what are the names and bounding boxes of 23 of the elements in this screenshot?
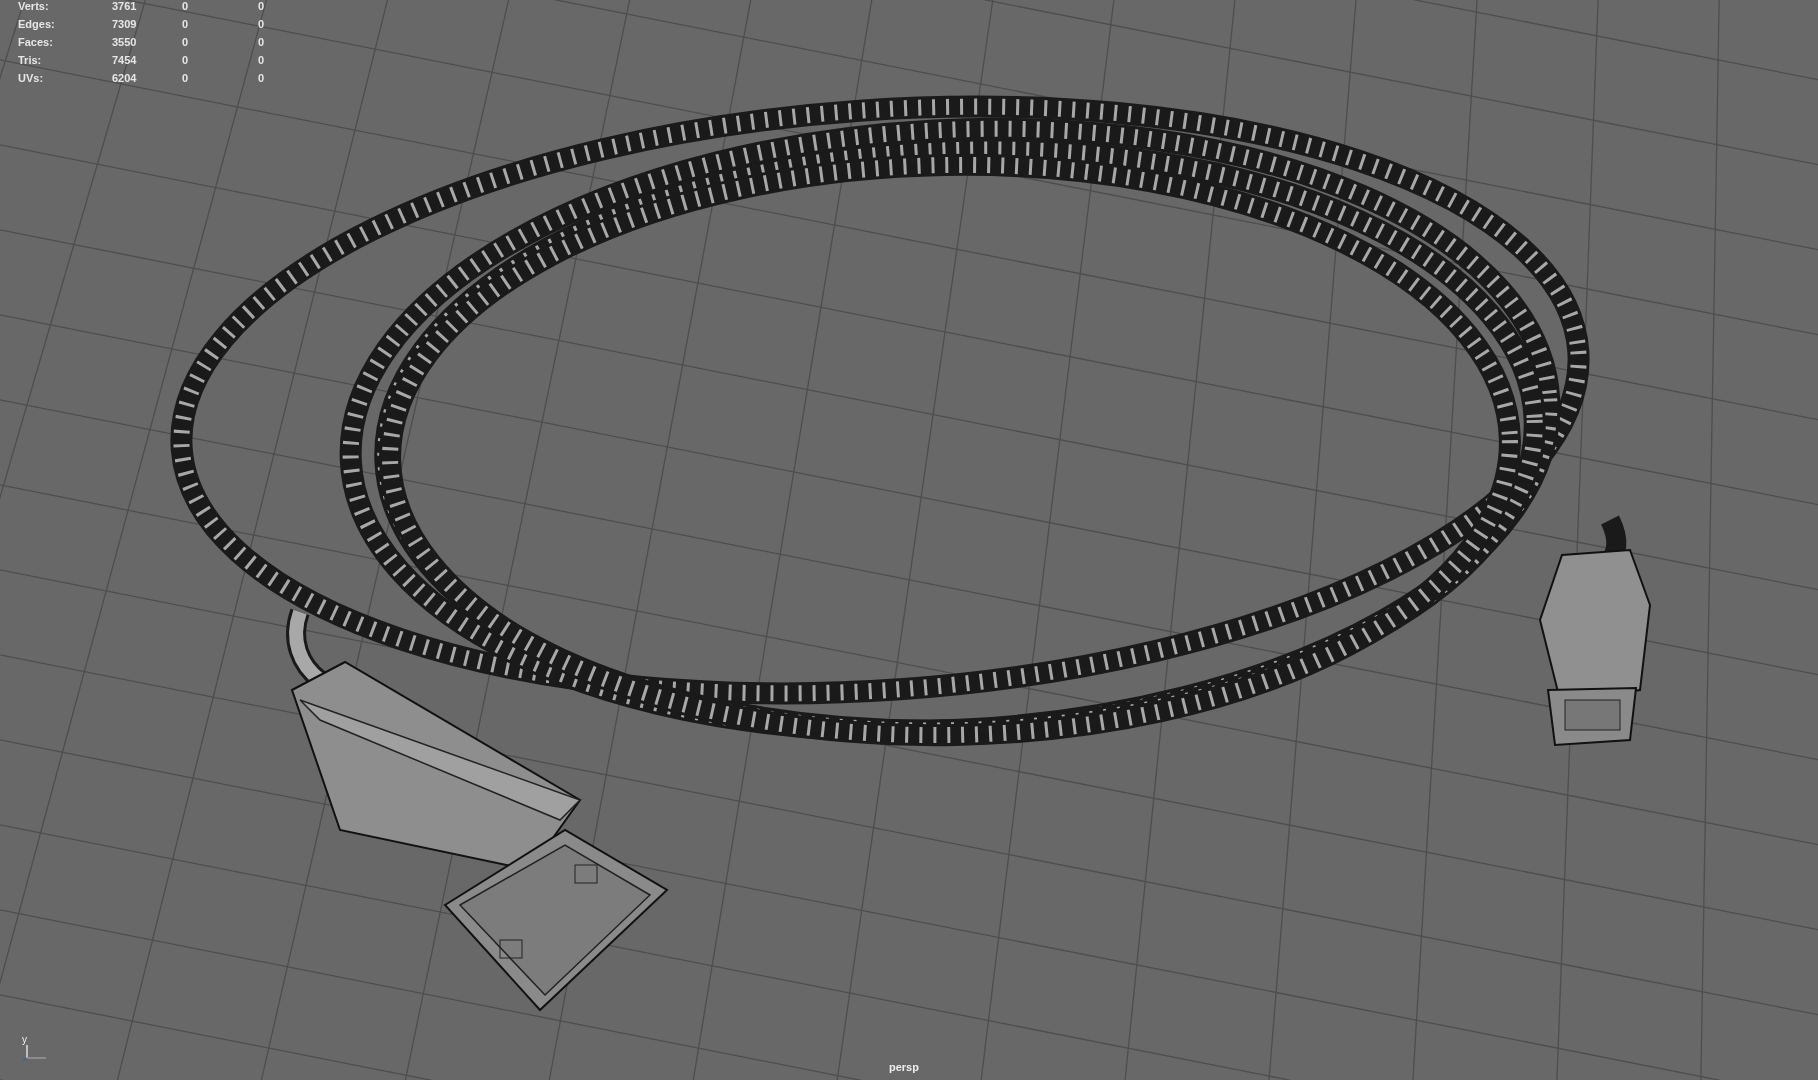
stat-value: 0: [258, 72, 266, 84]
stat-label: Edges:: [18, 18, 56, 30]
axis-gizmo-icon: [22, 1045, 48, 1061]
stat-value: 0: [182, 72, 190, 84]
stat-label: Faces:: [18, 36, 54, 48]
stat-value: 0: [182, 36, 190, 48]
stat-value: 0: [258, 36, 266, 48]
stat-value: 0: [182, 54, 190, 66]
stat-value: 0: [258, 18, 266, 30]
stat-value: 7454: [112, 54, 138, 66]
stat-value: 0: [258, 54, 266, 66]
stat-value: 0: [258, 0, 266, 12]
stat-value: 0: [182, 18, 190, 30]
stat-value: 0: [182, 0, 190, 12]
stat-label: UVs:: [18, 72, 45, 84]
stat-label: Verts:: [18, 0, 50, 12]
stat-value: 3761: [112, 0, 138, 12]
camera-label: persp: [889, 1061, 919, 1073]
stat-value: 6204: [112, 72, 138, 84]
stat-label: Tris:: [18, 54, 43, 66]
stat-value: 3550: [112, 36, 138, 48]
stat-value: 7309: [112, 18, 138, 30]
axis-label: y: [22, 1035, 27, 1045]
